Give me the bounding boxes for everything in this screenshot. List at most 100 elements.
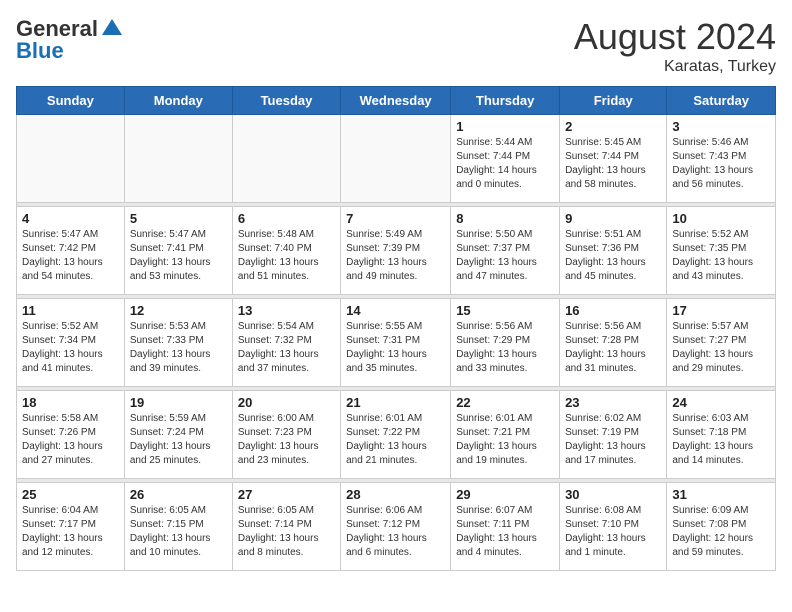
day-number: 11 [22, 303, 119, 318]
day-number: 5 [130, 211, 227, 226]
day-cell: 15 Sunrise: 5:56 AMSunset: 7:29 PMDayligh… [451, 299, 560, 387]
day-cell: 12 Sunrise: 5:53 AMSunset: 7:33 PMDayligh… [124, 299, 232, 387]
calendar-header: SundayMondayTuesdayWednesdayThursdayFrid… [17, 87, 776, 115]
day-cell: 29 Sunrise: 6:07 AMSunset: 7:11 PMDayligh… [451, 483, 560, 571]
day-cell: 25 Sunrise: 6:04 AMSunset: 7:17 PMDayligh… [17, 483, 125, 571]
day-cell: 3 Sunrise: 5:46 AMSunset: 7:43 PMDaylight… [667, 115, 776, 203]
day-cell: 8 Sunrise: 5:50 AMSunset: 7:37 PMDaylight… [451, 207, 560, 295]
day-cell: 23 Sunrise: 6:02 AMSunset: 7:19 PMDayligh… [560, 391, 667, 479]
day-header-saturday: Saturday [667, 87, 776, 115]
day-cell: 4 Sunrise: 5:47 AMSunset: 7:42 PMDaylight… [17, 207, 125, 295]
day-cell: 5 Sunrise: 5:47 AMSunset: 7:41 PMDaylight… [124, 207, 232, 295]
logo-icon [100, 17, 124, 41]
day-number: 28 [346, 487, 445, 502]
day-info: Sunrise: 6:01 AMSunset: 7:21 PMDaylight:… [456, 412, 554, 468]
day-number: 16 [565, 303, 661, 318]
day-cell: 10 Sunrise: 5:52 AMSunset: 7:35 PMDayligh… [667, 207, 776, 295]
day-cell: 20 Sunrise: 6:00 AMSunset: 7:23 PMDayligh… [232, 391, 340, 479]
week-row-2: 4 Sunrise: 5:47 AMSunset: 7:42 PMDaylight… [17, 207, 776, 295]
calendar-body: 1 Sunrise: 5:44 AMSunset: 7:44 PMDaylight… [17, 115, 776, 571]
day-cell: 27Sunrise: 6:05 AMSunset: 7:14 PMDayligh… [232, 483, 340, 571]
day-number: 17 [672, 303, 770, 318]
day-info: Sunrise: 5:50 AMSunset: 7:37 PMDaylight:… [456, 228, 554, 284]
day-info: Sunrise: 5:44 AMSunset: 7:44 PMDaylight:… [456, 136, 554, 192]
day-number: 14 [346, 303, 445, 318]
day-info: Sunrise: 5:52 AMSunset: 7:35 PMDaylight:… [672, 228, 770, 284]
day-header-friday: Friday [560, 87, 667, 115]
day-cell: 24Sunrise: 6:03 AMSunset: 7:18 PMDayligh… [667, 391, 776, 479]
calendar-table: SundayMondayTuesdayWednesdayThursdayFrid… [16, 86, 776, 571]
day-cell: 18Sunrise: 5:58 AMSunset: 7:26 PMDayligh… [17, 391, 125, 479]
day-headers-row: SundayMondayTuesdayWednesdayThursdayFrid… [17, 87, 776, 115]
day-number: 25 [22, 487, 119, 502]
day-cell: 2 Sunrise: 5:45 AMSunset: 7:44 PMDaylight… [560, 115, 667, 203]
day-number: 6 [238, 211, 335, 226]
day-cell: 22 Sunrise: 6:01 AMSunset: 7:21 PMDayligh… [451, 391, 560, 479]
location-subtitle: Karatas, Turkey [574, 58, 776, 76]
week-row-4: 18Sunrise: 5:58 AMSunset: 7:26 PMDayligh… [17, 391, 776, 479]
day-cell: 7 Sunrise: 5:49 AMSunset: 7:39 PMDaylight… [341, 207, 451, 295]
day-number: 18 [22, 395, 119, 410]
day-number: 1 [456, 119, 554, 134]
day-info: Sunrise: 6:07 AMSunset: 7:11 PMDaylight:… [456, 504, 554, 560]
day-number: 29 [456, 487, 554, 502]
day-cell: 9Sunrise: 5:51 AMSunset: 7:36 PMDaylight… [560, 207, 667, 295]
day-number: 23 [565, 395, 661, 410]
day-number: 22 [456, 395, 554, 410]
day-info: Sunrise: 5:49 AMSunset: 7:39 PMDaylight:… [346, 228, 445, 284]
day-info: Sunrise: 6:05 AMSunset: 7:15 PMDaylight:… [130, 504, 227, 560]
day-number: 8 [456, 211, 554, 226]
month-year-title: August 2024 [574, 16, 776, 58]
day-cell: 19 Sunrise: 5:59 AMSunset: 7:24 PMDayligh… [124, 391, 232, 479]
day-info: Sunrise: 6:06 AMSunset: 7:12 PMDaylight:… [346, 504, 445, 560]
page-header: General Blue August 2024 Karatas, Turkey [16, 16, 776, 76]
day-header-monday: Monday [124, 87, 232, 115]
day-number: 13 [238, 303, 335, 318]
day-header-tuesday: Tuesday [232, 87, 340, 115]
day-cell: 30Sunrise: 6:08 AMSunset: 7:10 PMDayligh… [560, 483, 667, 571]
day-number: 4 [22, 211, 119, 226]
day-info: Sunrise: 6:09 AMSunset: 7:08 PMDaylight:… [672, 504, 770, 560]
title-area: August 2024 Karatas, Turkey [574, 16, 776, 76]
day-number: 19 [130, 395, 227, 410]
day-info: Sunrise: 5:45 AMSunset: 7:44 PMDaylight:… [565, 136, 661, 192]
day-info: Sunrise: 6:00 AMSunset: 7:23 PMDaylight:… [238, 412, 335, 468]
day-info: Sunrise: 5:57 AMSunset: 7:27 PMDaylight:… [672, 320, 770, 376]
day-cell: 13Sunrise: 5:54 AMSunset: 7:32 PMDayligh… [232, 299, 340, 387]
week-row-5: 25 Sunrise: 6:04 AMSunset: 7:17 PMDayligh… [17, 483, 776, 571]
day-info: Sunrise: 5:47 AMSunset: 7:42 PMDaylight:… [22, 228, 119, 284]
day-number: 2 [565, 119, 661, 134]
day-info: Sunrise: 5:56 AMSunset: 7:29 PMDaylight:… [456, 320, 554, 376]
day-info: Sunrise: 6:03 AMSunset: 7:18 PMDaylight:… [672, 412, 770, 468]
day-number: 21 [346, 395, 445, 410]
day-number: 27 [238, 487, 335, 502]
day-info: Sunrise: 5:59 AMSunset: 7:24 PMDaylight:… [130, 412, 227, 468]
day-number: 12 [130, 303, 227, 318]
logo: General Blue [16, 16, 124, 64]
day-info: Sunrise: 5:52 AMSunset: 7:34 PMDaylight:… [22, 320, 119, 376]
day-header-thursday: Thursday [451, 87, 560, 115]
day-cell [124, 115, 232, 203]
day-info: Sunrise: 6:02 AMSunset: 7:19 PMDaylight:… [565, 412, 661, 468]
day-number: 10 [672, 211, 770, 226]
day-cell: 28 Sunrise: 6:06 AMSunset: 7:12 PMDayligh… [341, 483, 451, 571]
day-cell: 21Sunrise: 6:01 AMSunset: 7:22 PMDayligh… [341, 391, 451, 479]
week-row-3: 11 Sunrise: 5:52 AMSunset: 7:34 PMDayligh… [17, 299, 776, 387]
day-info: Sunrise: 5:48 AMSunset: 7:40 PMDaylight:… [238, 228, 335, 284]
day-cell: 16 Sunrise: 5:56 AMSunset: 7:28 PMDayligh… [560, 299, 667, 387]
day-info: Sunrise: 5:46 AMSunset: 7:43 PMDaylight:… [672, 136, 770, 192]
day-number: 7 [346, 211, 445, 226]
day-cell [232, 115, 340, 203]
day-info: Sunrise: 5:53 AMSunset: 7:33 PMDaylight:… [130, 320, 227, 376]
day-number: 9 [565, 211, 661, 226]
day-info: Sunrise: 6:04 AMSunset: 7:17 PMDaylight:… [22, 504, 119, 560]
day-number: 3 [672, 119, 770, 134]
day-number: 20 [238, 395, 335, 410]
day-cell: 6 Sunrise: 5:48 AMSunset: 7:40 PMDaylight… [232, 207, 340, 295]
week-row-1: 1 Sunrise: 5:44 AMSunset: 7:44 PMDaylight… [17, 115, 776, 203]
day-cell: 31Sunrise: 6:09 AMSunset: 7:08 PMDayligh… [667, 483, 776, 571]
day-number: 30 [565, 487, 661, 502]
day-info: Sunrise: 5:47 AMSunset: 7:41 PMDaylight:… [130, 228, 227, 284]
day-info: Sunrise: 5:56 AMSunset: 7:28 PMDaylight:… [565, 320, 661, 376]
day-number: 15 [456, 303, 554, 318]
